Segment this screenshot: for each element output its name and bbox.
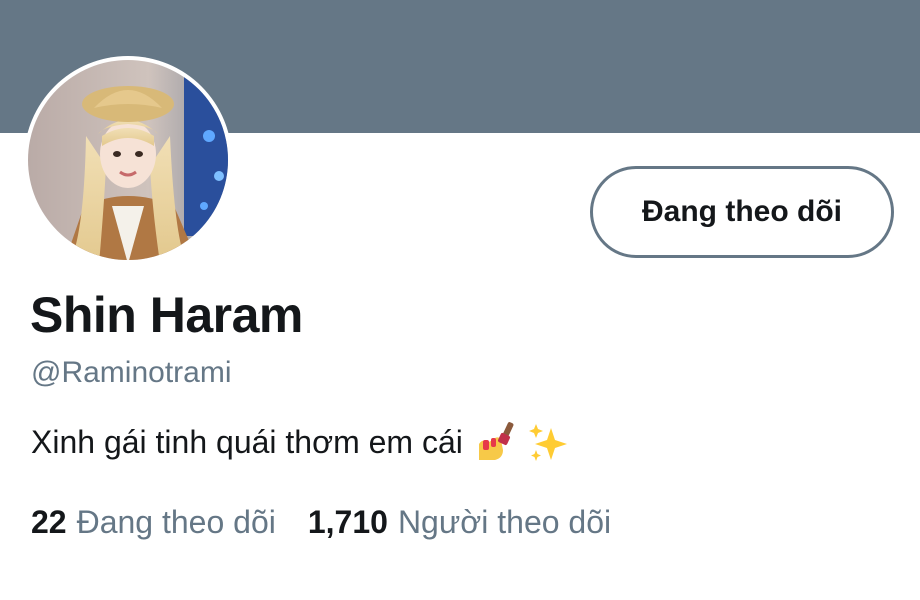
nail-polish-icon bbox=[473, 420, 517, 464]
avatar-image bbox=[28, 60, 228, 260]
profile-avatar[interactable] bbox=[24, 56, 232, 264]
followers-count: 1,710 bbox=[307, 504, 388, 540]
profile-name: Shin Haram bbox=[30, 287, 303, 343]
followers-label: Người theo dõi bbox=[397, 504, 612, 540]
sparkles-icon bbox=[527, 420, 571, 464]
following-label: Đang theo dõi bbox=[76, 504, 276, 540]
following-button[interactable]: Đang theo dõi bbox=[590, 166, 894, 258]
following-stat[interactable]: 22 Đang theo dõi bbox=[31, 504, 276, 541]
followers-stat[interactable]: 1,710 Người theo dõi bbox=[308, 504, 611, 541]
profile-page: Đang theo dõi Shin Haram @Raminotrami Xi… bbox=[0, 0, 920, 600]
following-count: 22 bbox=[31, 504, 67, 540]
profile-stats: 22 Đang theo dõi 1,710 Người theo dõi bbox=[31, 504, 611, 541]
bio-text: Xinh gái tinh quái thơm em cái bbox=[31, 423, 463, 460]
profile-handle: @Raminotrami bbox=[31, 356, 232, 389]
profile-bio: Xinh gái tinh quái thơm em cái bbox=[31, 420, 571, 464]
